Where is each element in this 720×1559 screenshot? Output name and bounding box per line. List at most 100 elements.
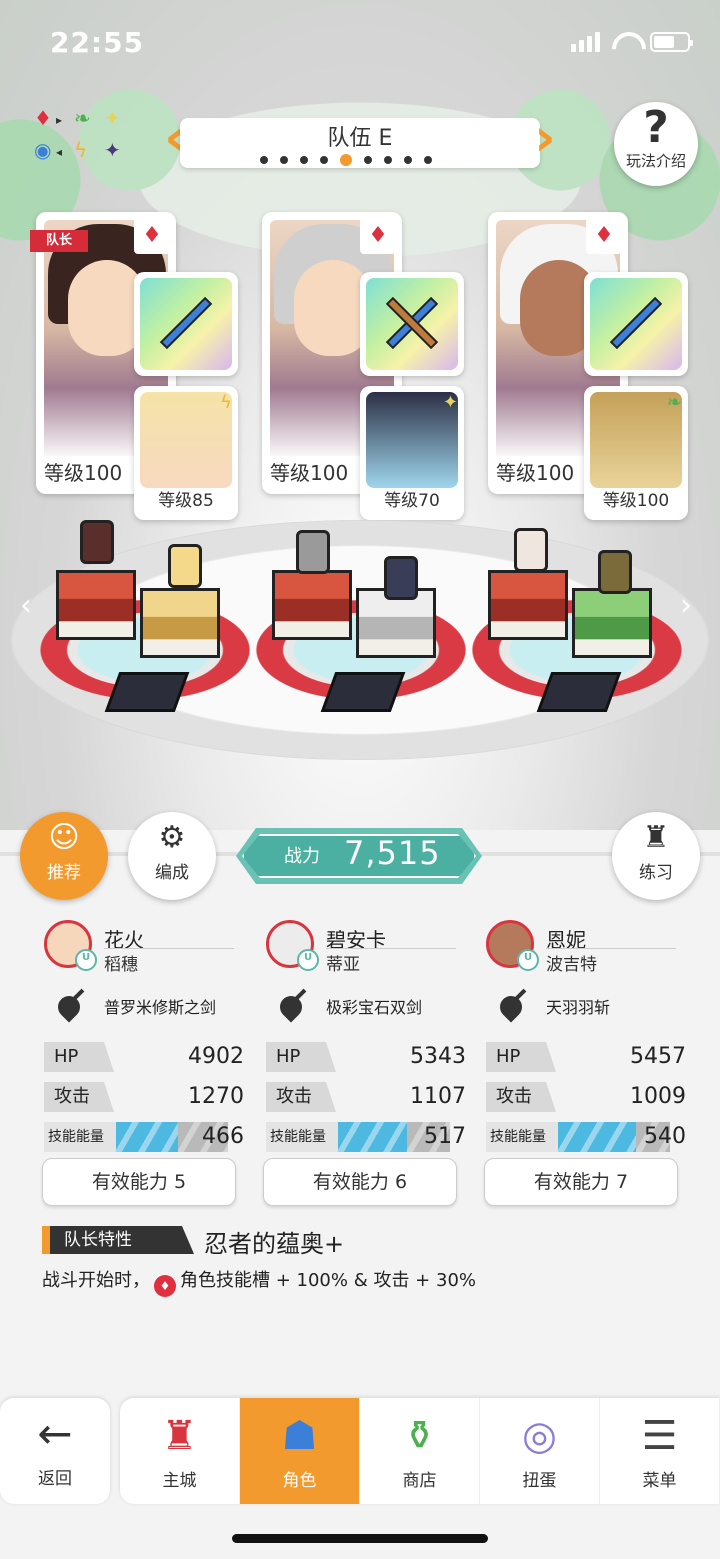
team-page-dot[interactable] (362, 154, 374, 166)
clock: 22:55 (50, 26, 145, 59)
stage-left-arrow[interactable]: ‹ (20, 588, 32, 623)
weapon-name: 普罗米修斯之剑 (104, 998, 217, 1017)
skill-energy-gauge: 技能能量 (486, 1122, 670, 1152)
tab-character[interactable]: ☗ 角色 (240, 1398, 360, 1504)
team-page-dot[interactable] (382, 154, 394, 166)
weapon-icon (274, 988, 308, 1022)
element-chart-icon[interactable]: ♦ ▸ ❧ ✦ ◉ ◂ ϟ ✦ (34, 108, 134, 166)
character-stats-1[interactable]: 花火 稻穗 普罗米修斯之剑 HP4902 攻击1270 技能能量 466 (44, 920, 244, 1154)
stage-right-arrow[interactable]: › (680, 588, 692, 623)
skill-energy-gauge: 技能能量 (44, 1122, 228, 1152)
light-element-icon: ✦ (442, 392, 458, 413)
team-page-dot[interactable] (298, 154, 310, 166)
recommend-icon: ☺ (48, 820, 80, 855)
avatar (44, 920, 97, 971)
team-page-dot[interactable] (278, 154, 290, 166)
tab-menu[interactable]: ☰ 菜单 (600, 1398, 720, 1504)
avatar (266, 920, 319, 971)
next-team-arrow[interactable]: › (528, 112, 562, 164)
lightning-element-icon: ϟ (220, 392, 232, 413)
nav-tabs: ♜ 主城 ☗ 角色 ⚱ 商店 ◎ 扭蛋 ☰ 菜单 (120, 1398, 720, 1504)
power-value: 7,515 (344, 834, 441, 872)
castle-icon: ♜ (161, 1413, 198, 1459)
team-page-dot[interactable] (258, 154, 270, 166)
tab-main-city[interactable]: ♜ 主城 (120, 1398, 240, 1504)
training-dummy-icon: ♜ (642, 820, 670, 855)
recommend-button[interactable]: ☺ 推荐 (20, 812, 108, 900)
unit-sprite (384, 556, 418, 600)
support-name: 稻穗 (104, 955, 138, 975)
support-name: 波吉特 (546, 955, 597, 975)
effective-ability-button-3[interactable]: 有效能力 7 (484, 1158, 678, 1206)
team-page-dots (258, 152, 434, 168)
dual-swords-icon (366, 278, 458, 370)
back-arrow-icon: ← (37, 1409, 73, 1458)
weapon-slot-1[interactable] (134, 272, 238, 376)
character-icon: ☗ (281, 1413, 318, 1459)
unit-sprite (168, 544, 202, 588)
team-power: 战力 7,515 (236, 828, 482, 884)
leader-trait: 队长特性 忍者的蕴奥+ (42, 1224, 682, 1258)
leader-trait-tag: 队长特性 (42, 1226, 194, 1254)
menu-list-icon: ☰ (641, 1413, 678, 1459)
skill-energy-value: 517 (424, 1124, 466, 1149)
hp-value: 5343 (410, 1044, 466, 1069)
battery-icon (650, 32, 693, 52)
status-bar: 22:55 (0, 0, 720, 90)
skill-energy-value: 466 (202, 1124, 244, 1149)
weapon-icon (494, 988, 528, 1022)
weapon-slot-3[interactable] (584, 272, 688, 376)
weapon-name: 天羽羽斩 (546, 998, 611, 1017)
team-page-dot[interactable] (318, 154, 330, 166)
tab-gacha[interactable]: ◎ 扭蛋 (480, 1398, 600, 1504)
fire-element-icon: ♦ (134, 218, 170, 254)
back-button[interactable]: ← 返回 (0, 1398, 110, 1504)
fire-element-icon: ♦ (154, 1275, 176, 1297)
character-stats-2[interactable]: 碧安卡 蒂亚 极彩宝石双剑 HP5343 攻击1107 技能能量 517 (266, 920, 466, 1154)
tab-shop[interactable]: ⚱ 商店 (360, 1398, 480, 1504)
attack-value: 1107 (410, 1084, 466, 1109)
formation-button[interactable]: ⚙ 编成 (128, 812, 216, 900)
power-label: 战力 (284, 846, 320, 867)
sword-icon (590, 278, 682, 370)
fire-element-icon: ♦ (586, 218, 622, 254)
weapon-name: 极彩宝石双剑 (326, 998, 423, 1017)
team-page-dot[interactable] (338, 152, 354, 168)
leader-trait-name: 忍者的蕴奥+ (204, 1230, 345, 1258)
skill-energy-gauge: 技能能量 (266, 1122, 450, 1152)
team-page-dot[interactable] (422, 154, 434, 166)
wifi-icon (612, 32, 638, 52)
hp-value: 4902 (188, 1044, 244, 1069)
support-portrait (140, 392, 232, 488)
attack-value: 1009 (630, 1084, 686, 1109)
sword-icon (140, 278, 232, 370)
help-button[interactable]: ? 玩法介绍 (614, 102, 698, 186)
attack-value: 1270 (188, 1084, 244, 1109)
effective-ability-button-1[interactable]: 有效能力 5 (42, 1158, 236, 1206)
character-stats-3[interactable]: 恩妮 波吉特 天羽羽斩 HP5457 攻击1009 技能能量 540 (486, 920, 686, 1154)
effective-ability-button-2[interactable]: 有效能力 6 (263, 1158, 457, 1206)
practice-button[interactable]: ♜ 练习 (612, 812, 700, 900)
hp-value: 5457 (630, 1044, 686, 1069)
help-label: 玩法介绍 (625, 152, 686, 170)
unit-sprite (598, 550, 632, 594)
gacha-portal-icon: ◎ (522, 1413, 557, 1459)
unit-sprite (296, 530, 330, 574)
shop-bag-icon: ⚱ (402, 1413, 437, 1459)
status-icons (571, 32, 693, 52)
character-level: 等级100 (262, 456, 362, 490)
unit-sprite (80, 520, 114, 564)
fire-element-icon: ♦ (360, 218, 396, 254)
support-name: 蒂亚 (326, 955, 360, 975)
team-page-dot[interactable] (402, 154, 414, 166)
weapon-icon (52, 988, 86, 1022)
wind-element-icon: ❧ (666, 392, 682, 413)
unit-sprite (514, 528, 548, 572)
question-icon: ? (643, 102, 669, 153)
leader-badge: 队长 (30, 230, 88, 252)
weapon-slot-2[interactable] (360, 272, 464, 376)
character-level: 等级100 (36, 456, 136, 490)
leader-trait-description: 战斗开始时， ♦ 角色技能槽 + 100% & 攻击 + 30% (42, 1266, 682, 1297)
character-level: 等级100 (488, 456, 588, 490)
person-gear-icon: ⚙ (158, 820, 186, 855)
